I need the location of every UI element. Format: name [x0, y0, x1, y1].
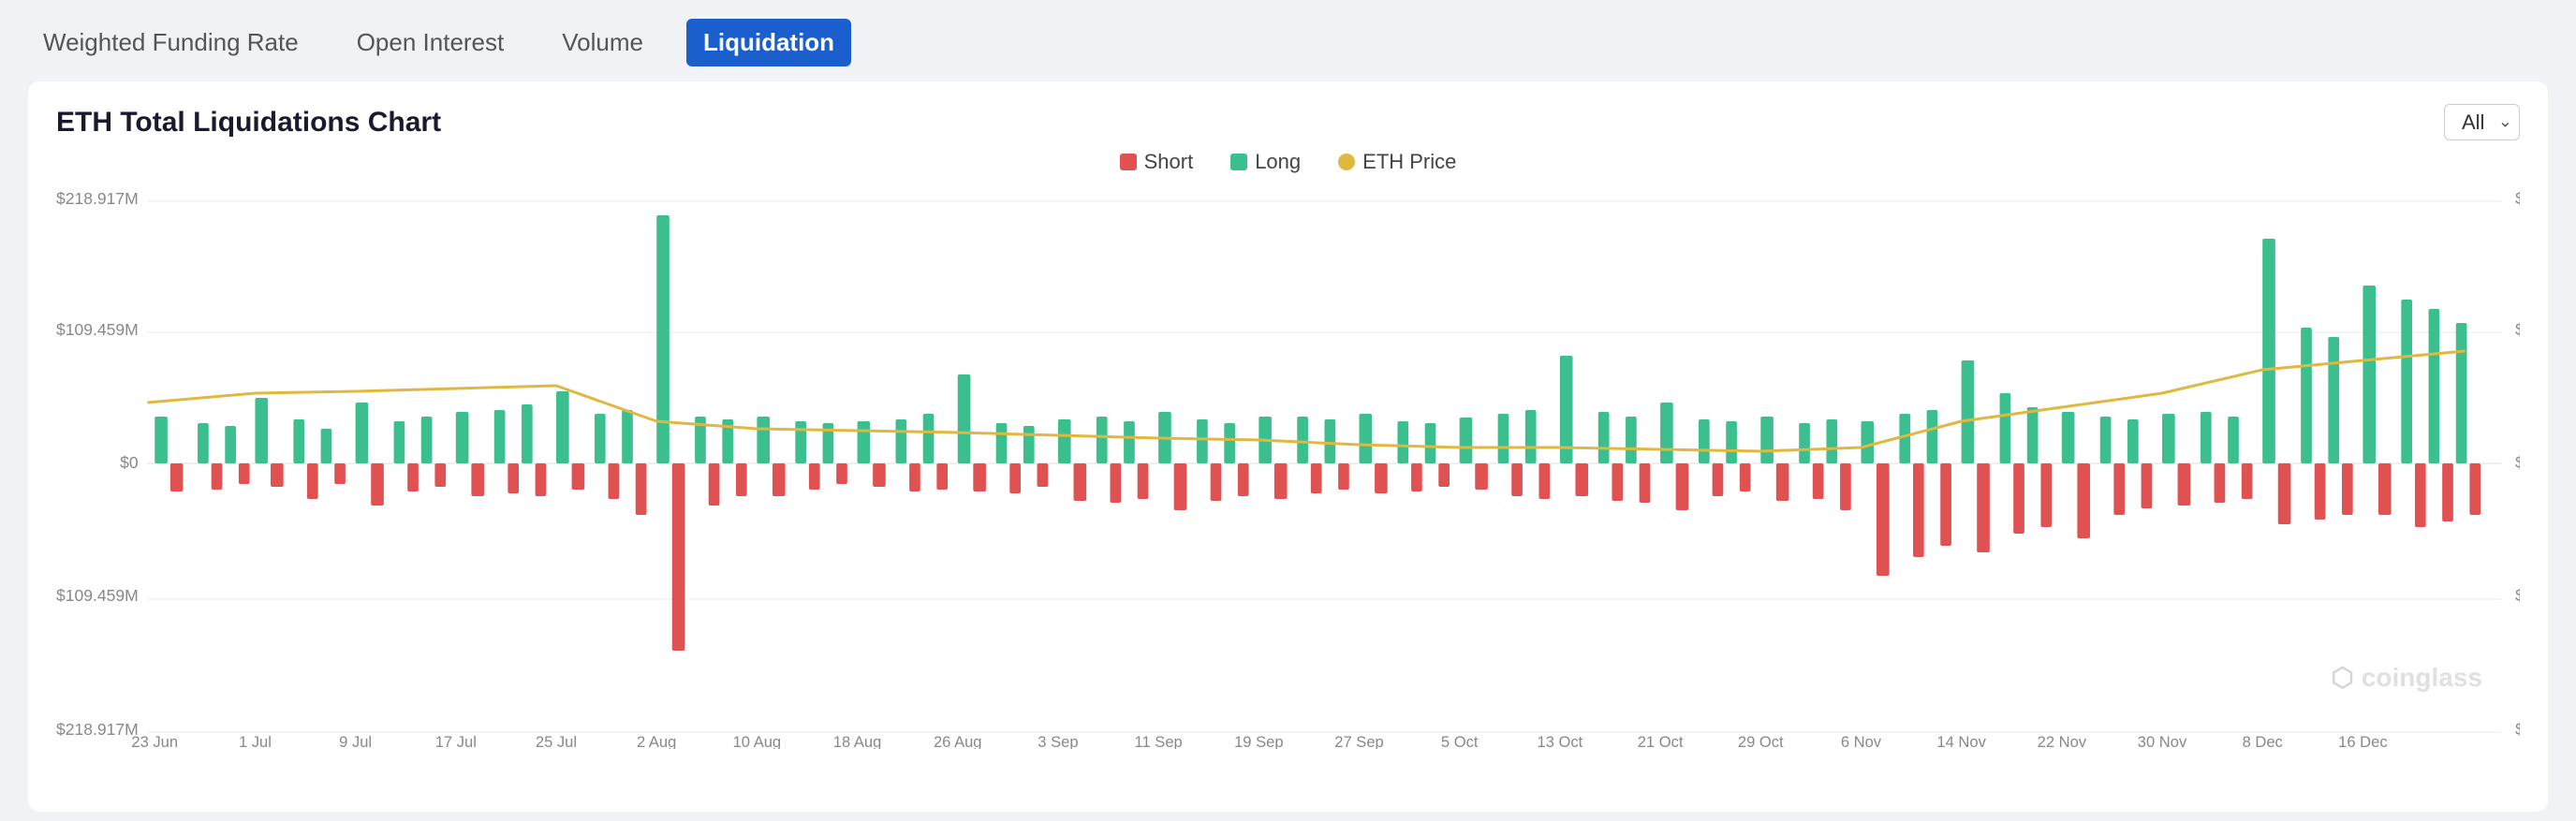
svg-text:10 Aug: 10 Aug: [733, 733, 782, 749]
chart-header: ETH Total Liquidations Chart All 3M 6M 1…: [56, 104, 2520, 140]
svg-text:$2.00K: $2.00K: [2515, 586, 2520, 605]
range-select-wrapper: All 3M 6M 1Y: [2444, 104, 2520, 140]
svg-text:17 Jul: 17 Jul: [435, 733, 477, 749]
svg-text:$218.917M: $218.917M: [56, 720, 139, 739]
legend-short: Short: [1120, 150, 1194, 174]
legend-eth-price-label: ETH Price: [1362, 150, 1456, 174]
chart-title: ETH Total Liquidations Chart: [56, 107, 441, 139]
chart-legend: Short Long ETH Price: [56, 150, 2520, 174]
legend-eth-price: ETH Price: [1338, 150, 1456, 174]
svg-text:$109.459M: $109.459M: [56, 320, 139, 339]
svg-text:$4.00K: $4.00K: [2515, 320, 2520, 339]
svg-text:19 Sep: 19 Sep: [1234, 733, 1283, 749]
svg-text:21 Oct: 21 Oct: [1638, 733, 1684, 749]
page-container: Weighted Funding Rate Open Interest Volu…: [0, 0, 2576, 821]
svg-text:1 Jul: 1 Jul: [239, 733, 272, 749]
svg-text:13 Oct: 13 Oct: [1538, 733, 1583, 749]
svg-text:16 Dec: 16 Dec: [2338, 733, 2387, 749]
svg-text:8 Dec: 8 Dec: [2243, 733, 2283, 749]
svg-text:$5.00K: $5.00K: [2515, 189, 2520, 208]
svg-text:14 Nov: 14 Nov: [1936, 733, 1986, 749]
svg-text:26 Aug: 26 Aug: [934, 733, 982, 749]
svg-text:$1.00K: $1.00K: [2515, 720, 2520, 739]
svg-text:3 Sep: 3 Sep: [1038, 733, 1078, 749]
chart-card: ETH Total Liquidations Chart All 3M 6M 1…: [28, 81, 2548, 812]
watermark-icon: ⬡: [2331, 662, 2353, 693]
svg-text:18 Aug: 18 Aug: [833, 733, 882, 749]
chart-area: $218.917M $109.459M $0 $109.459M $218.91…: [56, 187, 2520, 749]
svg-text:9 Jul: 9 Jul: [339, 733, 372, 749]
svg-text:$0: $0: [120, 453, 139, 472]
watermark-text: coinglass: [2362, 663, 2482, 693]
tab-liquidation[interactable]: Liquidation: [686, 19, 851, 66]
eth-price-color-dot: [1338, 154, 1355, 170]
svg-text:11 Sep: 11 Sep: [1135, 733, 1183, 749]
tab-weighted-funding-rate[interactable]: Weighted Funding Rate: [28, 21, 314, 65]
range-select[interactable]: All 3M 6M 1Y: [2444, 104, 2520, 140]
chart-svg: $218.917M $109.459M $0 $109.459M $218.91…: [56, 187, 2520, 749]
legend-long-label: Long: [1255, 150, 1301, 174]
svg-text:30 Nov: 30 Nov: [2138, 733, 2187, 749]
tab-bar: Weighted Funding Rate Open Interest Volu…: [28, 19, 2548, 66]
svg-text:$218.917M: $218.917M: [56, 189, 139, 208]
svg-text:22 Nov: 22 Nov: [2038, 733, 2087, 749]
svg-text:23 Jun: 23 Jun: [131, 733, 178, 749]
short-color-dot: [1120, 154, 1137, 170]
svg-text:5 Oct: 5 Oct: [1441, 733, 1479, 749]
svg-text:25 Jul: 25 Jul: [536, 733, 577, 749]
tab-open-interest[interactable]: Open Interest: [342, 21, 520, 65]
tab-volume[interactable]: Volume: [547, 21, 658, 65]
svg-text:$3.00K: $3.00K: [2515, 453, 2520, 472]
watermark: ⬡ coinglass: [2331, 662, 2482, 693]
legend-long: Long: [1230, 150, 1301, 174]
svg-text:27 Sep: 27 Sep: [1334, 733, 1383, 749]
svg-text:29 Oct: 29 Oct: [1738, 733, 1784, 749]
svg-text:$109.459M: $109.459M: [56, 586, 139, 605]
long-color-dot: [1230, 154, 1247, 170]
svg-text:2 Aug: 2 Aug: [637, 733, 676, 749]
legend-short-label: Short: [1144, 150, 1194, 174]
svg-text:6 Nov: 6 Nov: [1841, 733, 1882, 749]
